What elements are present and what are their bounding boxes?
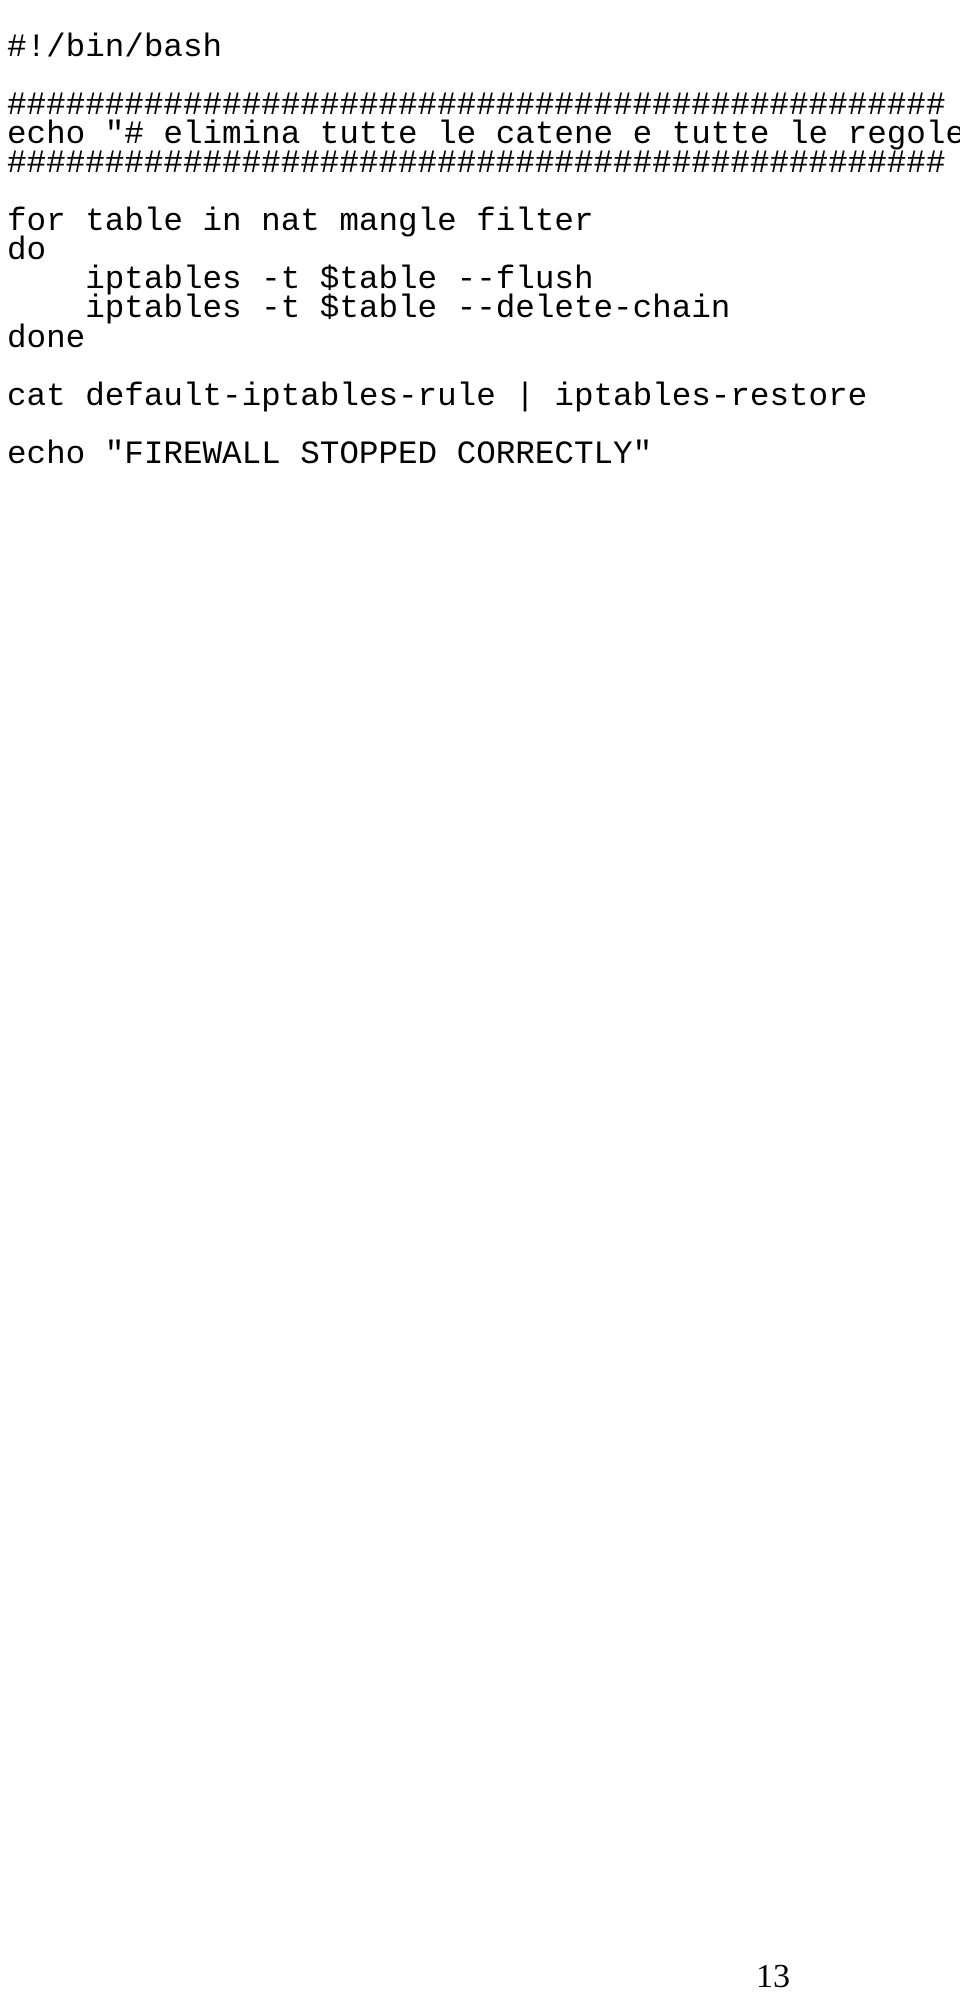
code-line: iptables -t $table --delete-chain — [7, 290, 731, 328]
page-number: 13 — [756, 1958, 790, 1995]
code-line: for table in nat mangle filter — [7, 203, 594, 241]
code-listing: #!/bin/bash ############################… — [7, 28, 960, 473]
code-line: ########################################… — [7, 144, 946, 182]
document-page: #!/bin/bash ############################… — [0, 0, 960, 1999]
code-line: echo "FIREWALL STOPPED CORRECTLY" — [7, 435, 653, 473]
code-line: #!/bin/bash — [7, 28, 223, 66]
code-line: done — [7, 319, 86, 357]
code-line: cat default-iptables-rule | iptables-res… — [7, 377, 868, 415]
